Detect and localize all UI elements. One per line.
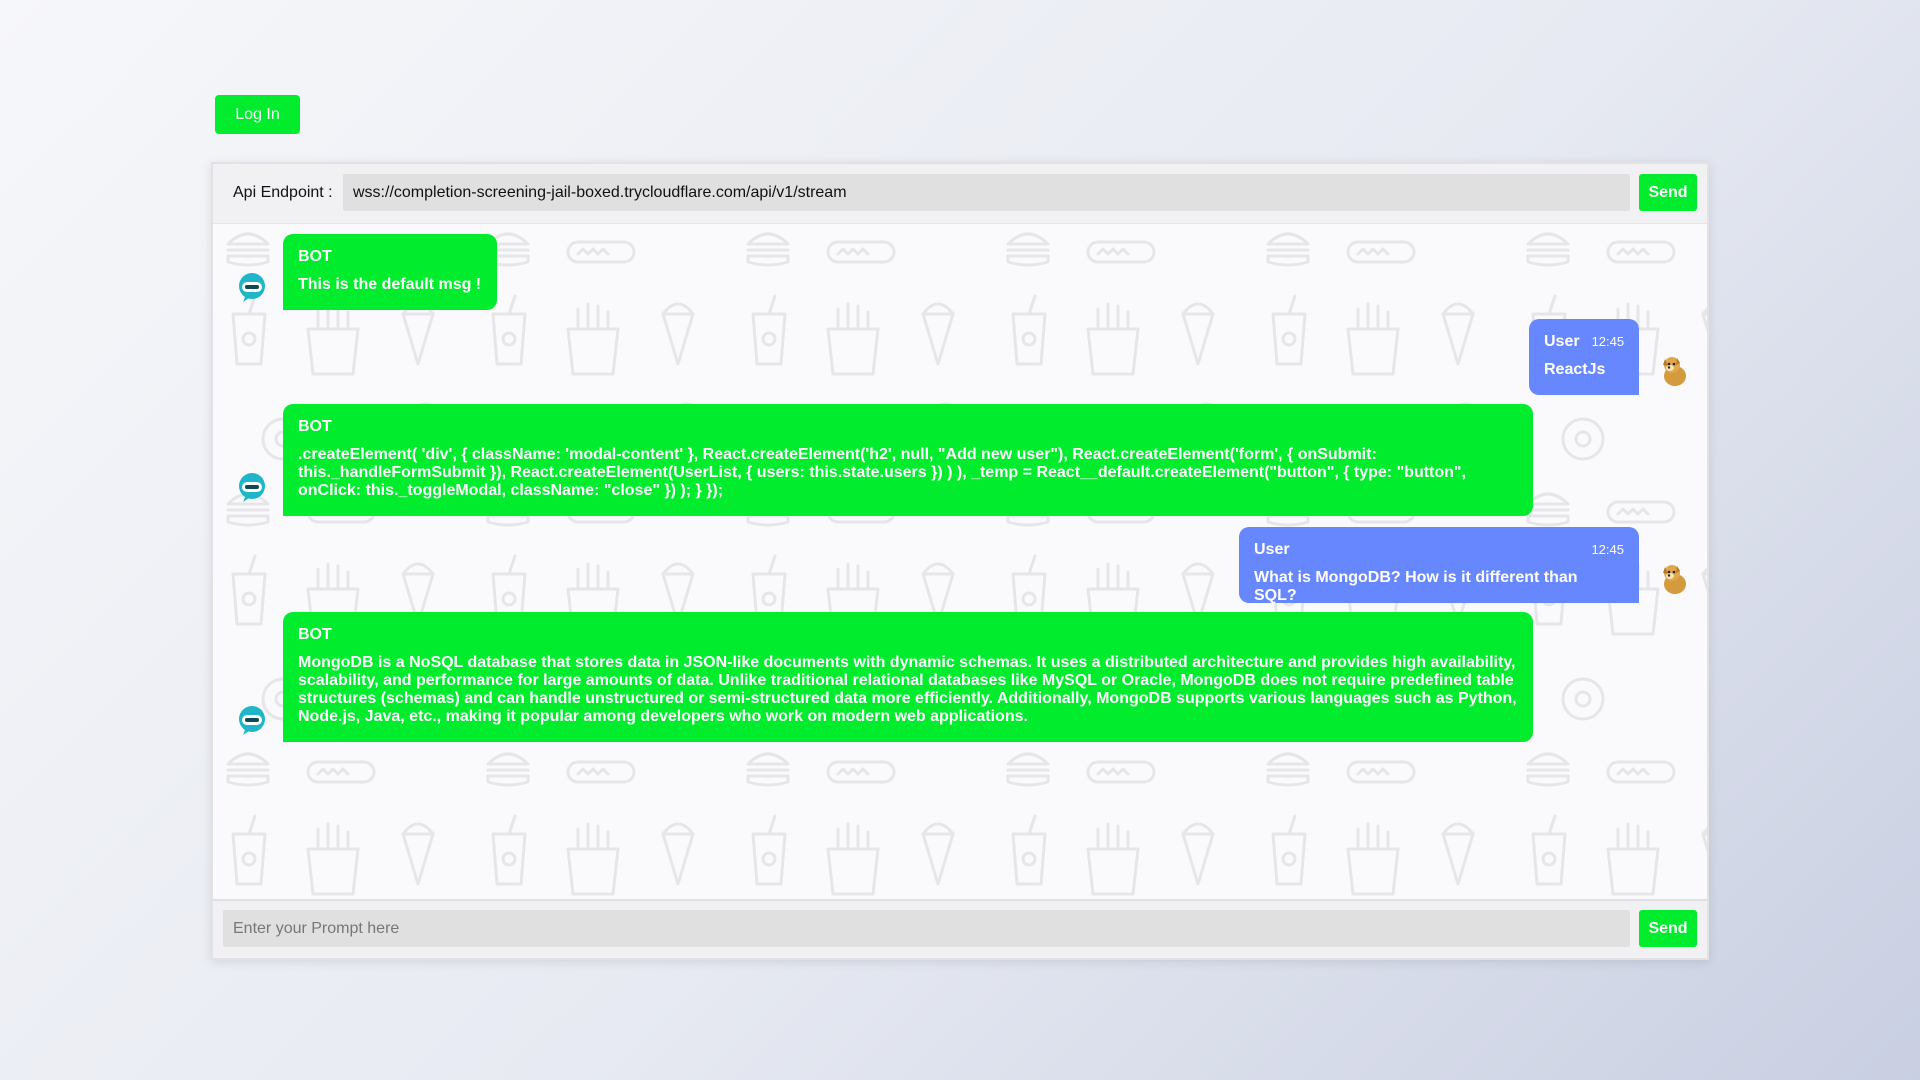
message-bubble: BOT MongoDB is a NoSQL database that sto…: [283, 612, 1533, 742]
message-sender: User: [1544, 333, 1580, 350]
endpoint-bar: Api Endpoint : Send: [213, 164, 1707, 224]
message-sender: BOT: [298, 626, 332, 643]
user-avatar: [1657, 353, 1691, 387]
message-bubble: BOT .createElement( 'div', { className: …: [283, 404, 1533, 516]
prompt-send-button[interactable]: Send: [1639, 910, 1697, 947]
bot-avatar: [235, 269, 269, 303]
endpoint-label: Api Endpoint :: [233, 184, 333, 201]
message-time: 12:45: [1591, 542, 1624, 557]
message-sender: BOT: [298, 248, 332, 265]
bot-avatar: [235, 702, 269, 736]
message-user: User 12:45 What is MongoDB? How is it di…: [213, 527, 1707, 607]
message-bot: BOT MongoDB is a NoSQL database that sto…: [213, 612, 1707, 752]
login-button[interactable]: Log In: [215, 95, 300, 134]
message-text: ReactJs: [1544, 361, 1606, 378]
chat-window: Api Endpoint : Send: [211, 162, 1709, 960]
message-time: 12:45: [1591, 334, 1625, 349]
bot-avatar: [235, 469, 269, 503]
bot-icon: [239, 706, 265, 735]
bot-icon: [239, 473, 265, 502]
dog-icon: [1663, 357, 1686, 386]
message-user: User 12:45 ReactJs: [213, 319, 1707, 399]
message-bubble: BOT This is the default msg !: [283, 234, 497, 310]
message-bot: BOT This is the default msg !: [213, 224, 1707, 324]
message-bot: BOT .createElement( 'div', { className: …: [213, 404, 1707, 524]
message-text: What is MongoDB? How is it different tha…: [1254, 569, 1578, 604]
message-text: .createElement( 'div', { className: 'mod…: [298, 446, 1466, 499]
message-text: This is the default msg !: [298, 276, 482, 293]
bot-icon: [239, 273, 265, 302]
message-bubble: User 12:45 ReactJs: [1529, 319, 1639, 395]
dog-icon: [1663, 565, 1686, 594]
prompt-composer: Send: [213, 899, 1707, 958]
message-list[interactable]: BOT This is the default msg ! User 12:45…: [213, 224, 1707, 901]
user-avatar: [1657, 561, 1691, 595]
message-text: MongoDB is a NoSQL database that stores …: [298, 654, 1517, 725]
prompt-input[interactable]: [223, 910, 1630, 947]
message-sender: User: [1254, 541, 1290, 558]
endpoint-send-button[interactable]: Send: [1639, 174, 1697, 211]
endpoint-input[interactable]: [343, 174, 1630, 211]
message-sender: BOT: [298, 418, 332, 435]
message-bubble: User 12:45 What is MongoDB? How is it di…: [1239, 527, 1639, 604]
